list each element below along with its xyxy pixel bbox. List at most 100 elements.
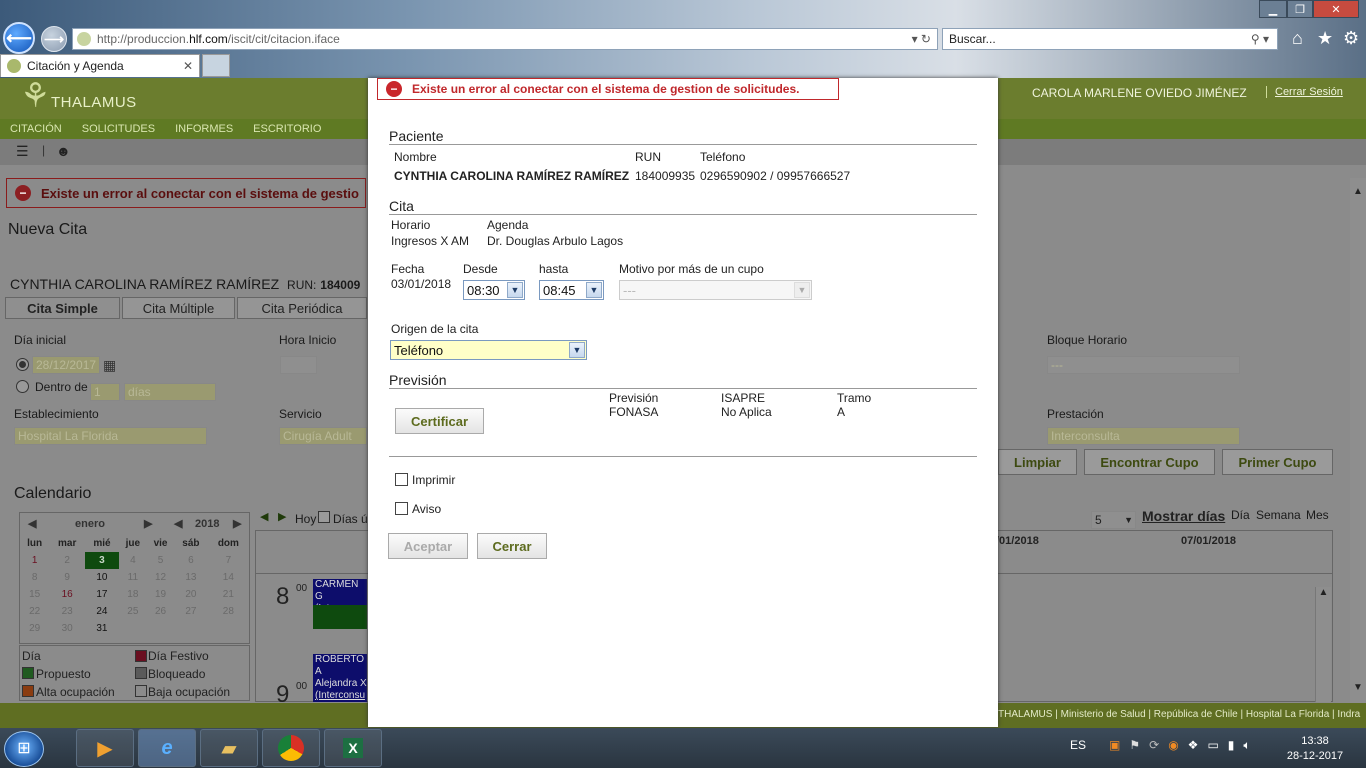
calendar-day[interactable]: 12 — [147, 569, 174, 586]
calendar-day[interactable]: 9 — [49, 569, 85, 586]
dropbox-icon[interactable]: ❖ — [1188, 738, 1199, 753]
tab-cita-multiple[interactable]: Cita Múltiple — [122, 297, 235, 319]
tab-close-icon[interactable]: ✕ — [183, 59, 193, 73]
browser-tab[interactable]: Citación y Agenda ✕ — [0, 54, 200, 77]
prestacion-select[interactable]: Interconsulta — [1047, 427, 1240, 445]
establecimiento-select[interactable]: Hospital La Florida — [14, 427, 207, 445]
page-scroll-up-icon[interactable]: ▲ — [1350, 186, 1366, 197]
limpiar-button[interactable]: Limpiar — [998, 449, 1077, 475]
forward-button[interactable]: ⟶ — [41, 26, 67, 52]
calendar-day[interactable]: 26 — [147, 603, 174, 620]
restore-button[interactable]: ❐ — [1287, 0, 1313, 18]
tray-app-icon[interactable]: ▣ — [1109, 738, 1120, 753]
primer-cupo-button[interactable]: Primer Cupo — [1222, 449, 1333, 475]
proposed-slot[interactable] — [313, 605, 367, 629]
view-mes[interactable]: Mes — [1306, 508, 1329, 522]
calendar-day[interactable]: 23 — [49, 603, 85, 620]
menu-informes[interactable]: INFORMES — [175, 123, 233, 135]
calendar-day[interactable]: 29 — [20, 620, 49, 637]
calendar-day[interactable]: 5 — [147, 552, 174, 569]
next-month-icon[interactable]: ▶ — [144, 517, 152, 530]
calendar-day[interactable]: 16 — [49, 586, 85, 603]
search-box[interactable]: Buscar... ⚲ ▾ — [942, 28, 1278, 50]
hoy-link[interactable]: Hoy — [295, 512, 316, 526]
search-icon[interactable]: ⚲ ▾ — [1251, 32, 1269, 46]
calendar-day[interactable]: 7 — [208, 552, 249, 569]
taskbar-explorer[interactable]: ▰ — [200, 729, 258, 767]
fecha-field[interactable]: 28/12/2017 — [32, 356, 100, 374]
calendar-day[interactable]: 8 — [20, 569, 49, 586]
appointment-item[interactable]: Alejandra X (Interconsu — [313, 678, 367, 702]
view-semana[interactable]: Semana — [1256, 508, 1301, 522]
num-days-select[interactable]: 5 ▼ — [1091, 511, 1136, 529]
calendar-day[interactable]: 3 — [85, 552, 119, 569]
tray-flag-icon[interactable]: ⚑ — [1129, 738, 1140, 753]
volume-icon[interactable]: 🔈︎ — [1243, 738, 1250, 753]
favorites-star-icon[interactable]: ★ — [1317, 28, 1333, 49]
calendar-day[interactable]: 18 — [119, 586, 147, 603]
language-indicator[interactable]: ES — [1070, 738, 1086, 753]
network-icon[interactable]: ▭ — [1207, 738, 1218, 753]
servicio-select[interactable]: Cirugía Adult — [279, 427, 367, 445]
refresh-icon[interactable]: ▾ ↻ — [912, 32, 931, 46]
view-dia[interactable]: Día — [1231, 508, 1250, 522]
mostrar-dias-button[interactable]: Mostrar días — [1142, 508, 1225, 524]
calendar-scrollbar[interactable]: ▲ — [1315, 587, 1331, 702]
calendar-day[interactable]: 21 — [208, 586, 249, 603]
dias-select[interactable]: días — [124, 383, 216, 401]
new-tab-button[interactable] — [202, 54, 230, 77]
taskbar-excel[interactable]: X — [324, 729, 382, 767]
menu-escritorio[interactable]: ESCRITORIO — [253, 123, 321, 135]
tray-sync-icon[interactable]: ⟳ — [1149, 738, 1159, 753]
start-button[interactable]: ⊞ — [4, 731, 44, 767]
back-button[interactable]: ⟵ — [3, 22, 35, 54]
encontrar-cupo-button[interactable]: Encontrar Cupo — [1084, 449, 1215, 475]
calendar-day[interactable]: 2 — [49, 552, 85, 569]
calendar-day[interactable]: 14 — [208, 569, 249, 586]
user-icon[interactable]: ☻ — [56, 143, 71, 159]
battery-icon[interactable]: ▮ — [1228, 738, 1235, 753]
page-scroll-down-icon[interactable]: ▼ — [1350, 682, 1366, 693]
bloque-select[interactable]: --- — [1047, 356, 1240, 374]
calendar-day[interactable]: 10 — [85, 569, 119, 586]
cerrar-button[interactable]: Cerrar — [477, 533, 547, 559]
menu-citacion[interactable]: CITACIÓN — [10, 123, 62, 135]
tab-cita-simple[interactable]: Cita Simple — [5, 297, 120, 319]
calendar-day[interactable]: 28 — [208, 603, 249, 620]
calendar-day[interactable]: 31 — [85, 620, 119, 637]
aceptar-button[interactable]: Aceptar — [388, 533, 468, 559]
origen-select[interactable]: Teléfono ▼ — [390, 340, 587, 360]
tab-cita-periodica[interactable]: Cita Periódica — [237, 297, 367, 319]
calendar-picker-icon[interactable]: ▦ — [103, 357, 116, 374]
calendar-day[interactable]: 27 — [174, 603, 208, 620]
prev-month-icon[interactable]: ◀ — [28, 517, 36, 530]
calendar-day[interactable]: 4 — [119, 552, 147, 569]
calendar-day[interactable]: 17 — [85, 586, 119, 603]
dentro-num-field[interactable]: 1 — [90, 383, 120, 401]
taskbar-chrome[interactable] — [262, 729, 320, 767]
radio-dentro-de[interactable] — [16, 380, 29, 393]
tray-circle-icon[interactable]: ◉ — [1168, 738, 1178, 753]
calendar-day[interactable]: 11 — [119, 569, 147, 586]
calendar-day[interactable]: 22 — [20, 603, 49, 620]
calendar-day[interactable]: 24 — [85, 603, 119, 620]
hasta-select[interactable]: 08:45 ▼ — [539, 280, 604, 300]
clock[interactable]: 13:38 28-12-2017 — [1280, 734, 1350, 764]
dias-utiles-checkbox[interactable] — [318, 511, 330, 523]
calendar-day[interactable]: 1 — [20, 552, 49, 569]
next-year-icon[interactable]: ▶ — [233, 517, 241, 530]
list-icon[interactable]: ☰ — [16, 143, 29, 160]
certificar-button[interactable]: Certificar — [395, 408, 484, 434]
calendar-day[interactable]: 15 — [20, 586, 49, 603]
menu-solicitudes[interactable]: SOLICITUDES — [82, 123, 155, 135]
imprimir-checkbox[interactable] — [395, 473, 408, 486]
close-window-button[interactable]: ✕ — [1313, 0, 1359, 18]
calendar-day[interactable]: 20 — [174, 586, 208, 603]
motivo-select[interactable]: --- ▼ — [619, 280, 812, 300]
scroll-up-icon[interactable]: ▲ — [1316, 587, 1331, 598]
taskbar-ie[interactable]: e — [138, 729, 196, 767]
calendar-day[interactable]: 19 — [147, 586, 174, 603]
calendar-day[interactable]: 6 — [174, 552, 208, 569]
calendar-day[interactable]: 13 — [174, 569, 208, 586]
prev-year-icon[interactable]: ◀ — [174, 517, 182, 530]
